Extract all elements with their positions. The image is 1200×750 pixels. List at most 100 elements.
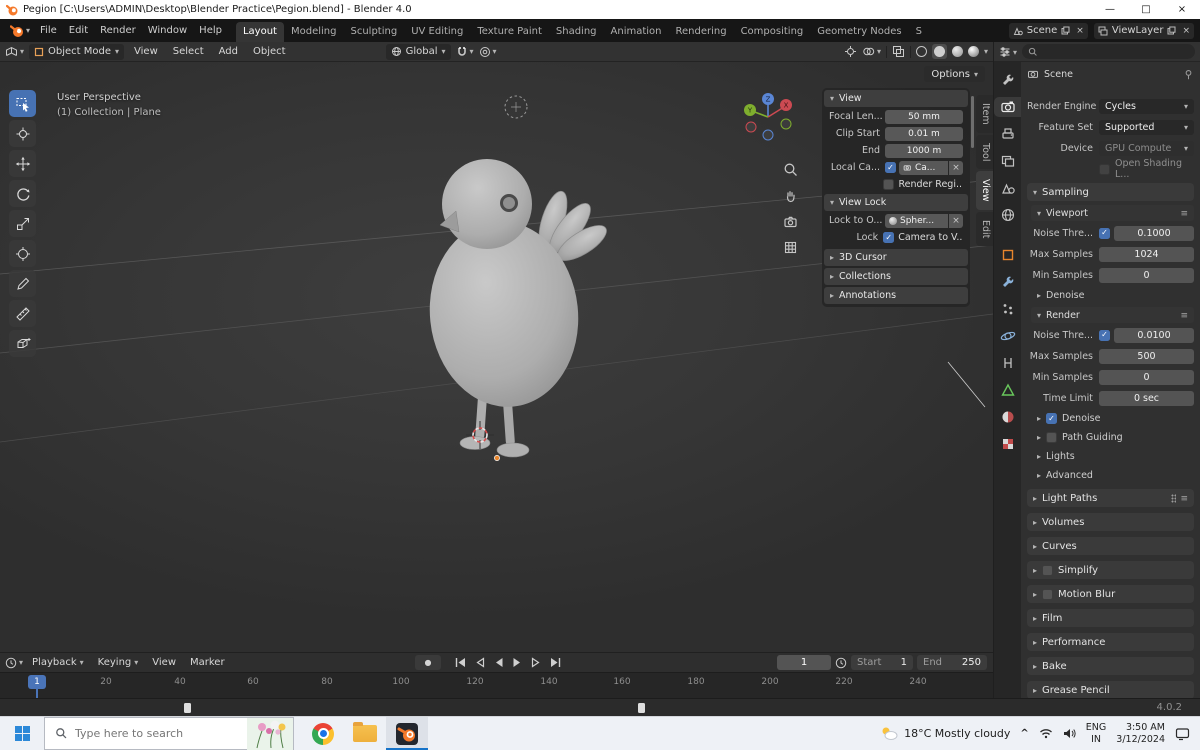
camera-view-icon[interactable] — [783, 214, 799, 230]
grease-pencil-section-header[interactable]: Grease Pencil — [1027, 681, 1194, 698]
next-keyframe-button[interactable] — [528, 656, 545, 670]
menu-help[interactable]: Help — [193, 23, 228, 38]
collections-panel-header[interactable]: Collections — [824, 268, 968, 285]
curves-section-header[interactable]: Curves — [1027, 537, 1194, 555]
show-gizmo-icon[interactable] — [844, 45, 857, 58]
clip-end-field[interactable]: 1000 m — [885, 143, 963, 158]
volume-icon[interactable] — [1063, 728, 1076, 739]
viewlayer-selector[interactable]: ViewLayer — [1093, 22, 1194, 39]
volumes-section-header[interactable]: Volumes — [1027, 513, 1194, 531]
viewport-menu-view[interactable]: View — [129, 45, 163, 58]
bake-section-header[interactable]: Bake — [1027, 657, 1194, 675]
zoom-icon[interactable] — [783, 162, 799, 178]
tab-render-icon[interactable] — [994, 97, 1021, 117]
breadcrumb-scene[interactable]: Scene — [1044, 69, 1073, 80]
tab-object-data-icon[interactable] — [994, 380, 1021, 400]
transform-orientation-dropdown[interactable]: Global — [385, 43, 451, 60]
feature-set-dropdown[interactable]: Supported — [1099, 119, 1194, 135]
lights-panel[interactable]: Lights — [1037, 449, 1194, 464]
local-camera-checkbox[interactable] — [885, 162, 896, 173]
options-dropdown[interactable]: Options — [924, 66, 985, 82]
maximize-button[interactable]: □ — [1128, 0, 1164, 19]
workspace-tab-layout[interactable]: Layout — [235, 22, 284, 42]
menu-render[interactable]: Render — [94, 23, 142, 38]
render-denoise-panel[interactable]: Denoise — [1037, 411, 1194, 426]
snap-magnet-icon[interactable] — [456, 46, 474, 58]
workspace-tab-geometry-nodes[interactable]: Geometry Nodes — [810, 22, 908, 42]
render-noise-checkbox[interactable] — [1099, 329, 1110, 341]
open-shading-checkbox[interactable] — [1099, 163, 1110, 175]
navigation-gizmo[interactable]: Z Y X — [742, 90, 794, 142]
xray-toggle-icon[interactable] — [892, 45, 905, 58]
tab-material-icon[interactable] — [994, 407, 1021, 427]
tool-measure[interactable] — [9, 300, 36, 327]
tab-view-layer-icon[interactable] — [994, 151, 1021, 171]
camera-to-view-checkbox[interactable] — [883, 232, 895, 243]
new-viewlayer-icon[interactable] — [1167, 26, 1176, 35]
jump-to-end-button[interactable] — [547, 656, 564, 670]
n-panel-scrollbar[interactable] — [971, 96, 974, 148]
taskbar-search[interactable] — [44, 717, 294, 750]
start-button[interactable] — [0, 717, 44, 750]
pin-icon[interactable] — [1183, 69, 1194, 80]
shading-wireframe-icon[interactable] — [915, 46, 927, 57]
time-limit-field[interactable]: 0 sec — [1099, 390, 1194, 406]
viewport-menu-select[interactable]: Select — [168, 45, 209, 58]
menu-edit[interactable]: Edit — [63, 23, 94, 38]
performance-section-header[interactable]: Performance — [1027, 633, 1194, 651]
viewport-denoise-panel[interactable]: Denoise — [1037, 288, 1194, 303]
jump-to-start-button[interactable] — [452, 656, 469, 670]
scene-selector[interactable]: Scene — [1008, 22, 1088, 39]
play-button[interactable] — [509, 656, 526, 670]
menu-window[interactable]: Window — [142, 23, 193, 38]
shading-rendered-icon[interactable] — [967, 46, 979, 57]
workspace-tab-texture-paint[interactable]: Texture Paint — [470, 22, 549, 42]
viewport-3d[interactable]: User Perspective (1) Collection | Plane — [0, 62, 993, 652]
panel-menu-icon[interactable] — [1180, 208, 1188, 219]
sidebar-tab-item[interactable]: Item — [976, 95, 993, 133]
tab-object-icon[interactable] — [994, 245, 1021, 265]
sidebar-tab-view[interactable]: View — [976, 171, 993, 210]
render-region-checkbox[interactable] — [883, 179, 895, 190]
playhead-marker[interactable]: 1 — [28, 675, 46, 689]
play-reverse-button[interactable] — [490, 656, 507, 670]
sidebar-tab-tool[interactable]: Tool — [976, 134, 993, 170]
auto-keying-button[interactable]: ● — [415, 655, 441, 670]
tool-add-cube[interactable] — [9, 330, 36, 357]
motion-blur-checkbox[interactable] — [1042, 588, 1054, 600]
tab-particles-icon[interactable] — [994, 299, 1021, 319]
workspace-tab-shading[interactable]: Shading — [549, 22, 604, 42]
render-engine-dropdown[interactable]: Cycles — [1099, 98, 1194, 114]
simplify-checkbox[interactable] — [1042, 564, 1054, 576]
tab-modifiers-icon[interactable] — [994, 272, 1021, 292]
path-guiding-checkbox[interactable] — [1046, 432, 1058, 443]
viewport-subsection-header[interactable]: Viewport — [1031, 205, 1194, 221]
tab-constraints-icon[interactable] — [994, 353, 1021, 373]
viewport-max-samples-field[interactable]: 1024 — [1099, 246, 1194, 262]
clear-lock-object-icon[interactable] — [949, 213, 963, 228]
shading-material-icon[interactable] — [951, 46, 963, 57]
end-frame-field[interactable]: End 250 — [917, 655, 987, 670]
light-paths-section-header[interactable]: Light Paths — [1027, 489, 1194, 507]
action-center-icon[interactable] — [1175, 727, 1190, 741]
taskbar-blender[interactable] — [386, 717, 428, 750]
viewport-noise-field[interactable]: 0.1000 — [1114, 225, 1194, 241]
tab-world-icon[interactable] — [994, 205, 1021, 225]
workspace-tab-sculpting[interactable]: Sculpting — [343, 22, 404, 42]
tab-texture-icon[interactable] — [994, 434, 1021, 454]
device-dropdown[interactable]: GPU Compute — [1099, 140, 1194, 156]
path-guiding-panel[interactable]: Path Guiding — [1037, 430, 1194, 445]
timeline-ruler[interactable]: 20 40 60 80 100 120 140 160 180 200 220 … — [0, 672, 993, 699]
view-lock-header[interactable]: View Lock — [824, 194, 968, 211]
tray-expand-icon[interactable]: ^ — [1020, 728, 1028, 739]
sampling-section-header[interactable]: Sampling — [1027, 183, 1194, 201]
toggle-ortho-icon[interactable] — [783, 240, 799, 256]
render-max-samples-field[interactable]: 500 — [1099, 348, 1194, 364]
language-indicator[interactable]: ENG IN — [1086, 722, 1106, 745]
new-scene-icon[interactable] — [1061, 26, 1070, 35]
menu-file[interactable]: File — [34, 23, 63, 38]
tool-annotate[interactable] — [9, 270, 36, 297]
properties-search[interactable] — [1022, 44, 1195, 59]
timeline-view-menu[interactable]: View — [147, 656, 181, 669]
tool-cursor[interactable] — [9, 120, 36, 147]
